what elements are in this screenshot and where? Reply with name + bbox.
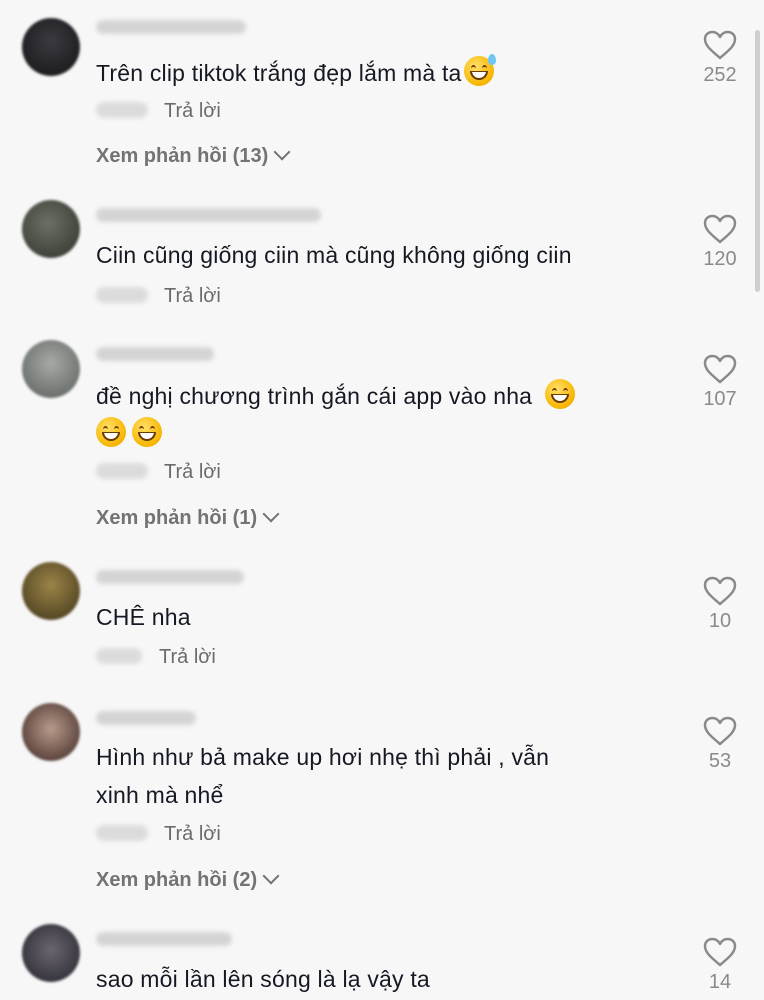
grinning-face-emoji [96,417,126,447]
reply-button[interactable]: Trả lời [164,281,221,311]
avatar[interactable] [22,200,80,258]
like-button[interactable]: 120 [690,214,750,270]
avatar[interactable] [22,340,80,398]
like-count: 252 [703,64,737,86]
view-replies-button[interactable]: Xem phản hồi (2) [96,865,280,895]
chevron-down-icon [273,143,291,161]
reply-button[interactable]: Trả lời [164,457,221,487]
like-button[interactable]: 10 [690,576,750,632]
username[interactable] [96,20,246,34]
heart-outline-icon [703,937,737,967]
like-button[interactable]: 53 [690,716,750,772]
comment-text: CHÊ nha [96,604,191,630]
username[interactable] [96,570,244,584]
like-count: 107 [703,388,737,410]
timestamp [96,102,148,118]
username[interactable] [96,208,321,222]
reply-button[interactable]: Trả lời [159,642,216,672]
timestamp [96,463,148,479]
like-count: 14 [708,971,732,993]
reply-button[interactable]: Trả lời [164,96,221,126]
like-count: 10 [708,610,732,632]
timestamp [96,648,142,664]
like-count: 53 [708,750,732,772]
avatar[interactable] [22,562,80,620]
avatar[interactable] [22,18,80,76]
view-replies-button[interactable]: Xem phản hồi (13) [96,141,291,171]
grinning-face-emoji [544,379,575,409]
heart-outline-icon [703,354,737,384]
heart-outline-icon [703,30,737,60]
grinning-face-emoji [132,417,162,447]
grinning-sweat-emoji [463,54,496,86]
heart-outline-icon [703,716,737,746]
comment-text: Hình như bả make up hơi nhẹ thì phải , v… [96,744,550,808]
like-button[interactable]: 107 [690,354,750,410]
view-replies-button[interactable]: Xem phản hồi (1) [96,503,280,533]
like-count: 120 [703,248,737,270]
timestamp [96,825,148,841]
heart-outline-icon [703,214,737,244]
avatar[interactable] [22,703,80,761]
timestamp [96,287,148,303]
heart-outline-icon [703,576,737,606]
scrollbar[interactable] [755,30,760,292]
username[interactable] [96,347,214,361]
chevron-down-icon [262,505,280,523]
avatar[interactable] [22,924,80,982]
comment-text: sao mỗi lần lên sóng là lạ vậy ta [96,966,430,992]
username[interactable] [96,711,196,725]
comment-text: Ciin cũng giống ciin mà cũng không giống… [96,242,572,268]
comment-text: Trên clip tiktok trắng đẹp lắm mà ta [96,54,654,92]
like-button[interactable]: 14 [690,937,750,993]
reply-button[interactable]: Trả lời [164,819,221,849]
comment-text: đề nghị chương trình gắn cái app vào nha [96,377,684,453]
username[interactable] [96,932,232,946]
like-button[interactable]: 252 [690,30,750,86]
chevron-down-icon [262,867,280,885]
